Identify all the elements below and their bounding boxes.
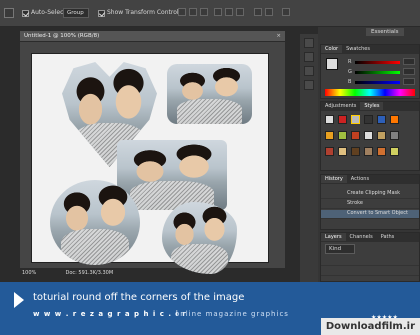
document-size: Doc: 591.3K/3.30M bbox=[65, 270, 114, 276]
style-swatch[interactable] bbox=[377, 115, 386, 124]
workspace-switcher[interactable]: Essentials bbox=[366, 28, 404, 36]
watermark: Downloadfilm.ir bbox=[320, 318, 420, 335]
align-bottom-icon[interactable] bbox=[200, 8, 208, 16]
status-bar: 100% Doc: 591.3K/3.30M bbox=[22, 270, 285, 276]
foreground-color-swatch[interactable] bbox=[326, 58, 338, 70]
auto-select-checkbox[interactable] bbox=[22, 10, 29, 17]
layer-filter-value: Kind bbox=[329, 246, 342, 252]
history-item-label: Convert to Smart Object bbox=[347, 210, 408, 216]
green-channel-value[interactable] bbox=[403, 68, 415, 75]
show-transform-checkbox[interactable] bbox=[98, 10, 105, 17]
layer-row[interactable] bbox=[321, 267, 419, 276]
photo-rounded-rectangle bbox=[167, 64, 252, 124]
move-tool-icon[interactable] bbox=[4, 8, 14, 18]
tab-styles[interactable]: Styles bbox=[360, 102, 384, 110]
color-panel-tabs: Color Swatches bbox=[321, 45, 419, 54]
style-swatch[interactable] bbox=[364, 147, 373, 156]
blue-channel-value[interactable] bbox=[403, 78, 415, 85]
banner-subtitle: online magazine graphics bbox=[175, 310, 289, 318]
history-item[interactable]: Stroke bbox=[321, 200, 419, 209]
align-center-icon[interactable] bbox=[225, 8, 233, 16]
tab-layers[interactable]: Layers bbox=[321, 233, 346, 241]
tab-swatches[interactable]: Swatches bbox=[342, 45, 374, 53]
auto-select-target-value: Group bbox=[67, 10, 84, 16]
align-top-icon[interactable] bbox=[178, 8, 186, 16]
style-swatch[interactable] bbox=[325, 115, 334, 124]
style-swatch[interactable] bbox=[364, 131, 373, 140]
photo-blob-shape bbox=[162, 202, 237, 274]
play-arrow-icon bbox=[14, 292, 24, 308]
brush-panel-icon[interactable] bbox=[304, 66, 314, 76]
document-tab-title: Untitled-1 @ 100% (RGB/8) bbox=[24, 33, 100, 39]
style-swatch[interactable] bbox=[338, 115, 347, 124]
color-spectrum-bar[interactable] bbox=[325, 89, 415, 96]
tab-paths[interactable]: Paths bbox=[377, 233, 399, 241]
green-channel-slider[interactable] bbox=[355, 71, 400, 74]
style-swatch[interactable] bbox=[338, 131, 347, 140]
blue-channel-label: B bbox=[348, 79, 352, 85]
photo-circle bbox=[50, 180, 140, 265]
workspace-label: Essentials bbox=[371, 29, 399, 35]
banner-title: toturial round off the corners of the im… bbox=[33, 292, 245, 303]
style-swatch[interactable] bbox=[364, 115, 373, 124]
history-item[interactable]: Create Clipping Mask bbox=[321, 190, 419, 199]
color-panel: Color Swatches R G B bbox=[320, 44, 420, 99]
red-channel-value[interactable] bbox=[403, 58, 415, 65]
document-tab[interactable]: Untitled-1 @ 100% (RGB/8) × bbox=[20, 31, 285, 41]
style-swatch[interactable] bbox=[351, 147, 360, 156]
blue-channel-slider[interactable] bbox=[355, 81, 400, 84]
tab-adjustments[interactable]: Adjustments bbox=[321, 102, 360, 110]
close-icon[interactable]: × bbox=[276, 33, 281, 39]
distribute-horizontal-icon[interactable] bbox=[265, 8, 273, 16]
style-swatch[interactable] bbox=[351, 115, 360, 124]
styles-panel-tabs: Adjustments Styles bbox=[321, 102, 419, 111]
style-swatch[interactable] bbox=[390, 131, 399, 140]
history-item-label: Stroke bbox=[347, 200, 363, 206]
character-panel-icon[interactable] bbox=[304, 80, 314, 90]
distribute-icon[interactable] bbox=[254, 8, 262, 16]
history-panel: History Actions Create Clipping Mask Stro… bbox=[320, 174, 420, 230]
tab-actions[interactable]: Actions bbox=[347, 175, 373, 183]
layers-panel-tabs: Layers Channels Paths bbox=[321, 233, 419, 242]
style-swatch[interactable] bbox=[325, 147, 334, 156]
align-left-icon[interactable] bbox=[214, 8, 222, 16]
panel-icon-strip bbox=[300, 34, 318, 282]
document-area bbox=[20, 42, 285, 274]
green-channel-label: G bbox=[348, 69, 352, 75]
document-workspace: Untitled-1 @ 100% (RGB/8) × 100% Doc: 59… bbox=[0, 27, 318, 282]
properties-panel-icon[interactable] bbox=[304, 52, 314, 62]
align-middle-icon[interactable] bbox=[189, 8, 197, 16]
tab-color[interactable]: Color bbox=[321, 45, 343, 53]
history-item-label: Create Clipping Mask bbox=[347, 190, 401, 196]
layer-filter-dropdown[interactable]: Kind bbox=[325, 244, 355, 254]
banner-website: w w w . r e z a g r a p h i c . i r bbox=[33, 310, 187, 318]
style-swatch[interactable] bbox=[390, 147, 399, 156]
canvas[interactable] bbox=[32, 54, 268, 274]
auto-select-target-dropdown[interactable]: Group bbox=[63, 8, 89, 18]
auto-align-icon[interactable] bbox=[282, 8, 290, 16]
style-swatch[interactable] bbox=[325, 131, 334, 140]
style-swatch[interactable] bbox=[351, 131, 360, 140]
style-swatch[interactable] bbox=[338, 147, 347, 156]
show-transform-label: Show Transform Controls bbox=[107, 9, 182, 16]
style-swatch[interactable] bbox=[377, 147, 386, 156]
style-swatch[interactable] bbox=[377, 131, 386, 140]
red-channel-label: R bbox=[348, 59, 352, 65]
red-channel-slider[interactable] bbox=[355, 61, 400, 64]
tab-history[interactable]: History bbox=[321, 175, 347, 183]
history-panel-icon[interactable] bbox=[304, 38, 314, 48]
history-panel-tabs: History Actions bbox=[321, 175, 419, 184]
options-bar: Auto-Select: Group Show Transform Contro… bbox=[0, 0, 420, 27]
style-swatch[interactable] bbox=[390, 115, 399, 124]
align-right-icon[interactable] bbox=[236, 8, 244, 16]
styles-panel: Adjustments Styles bbox=[320, 101, 420, 171]
zoom-level[interactable]: 100% bbox=[22, 270, 36, 276]
history-item-selected[interactable]: Convert to Smart Object bbox=[321, 210, 419, 219]
layer-row[interactable] bbox=[321, 257, 419, 266]
tab-channels[interactable]: Channels bbox=[346, 233, 377, 241]
layers-panel: Layers Channels Paths Kind bbox=[320, 232, 420, 282]
